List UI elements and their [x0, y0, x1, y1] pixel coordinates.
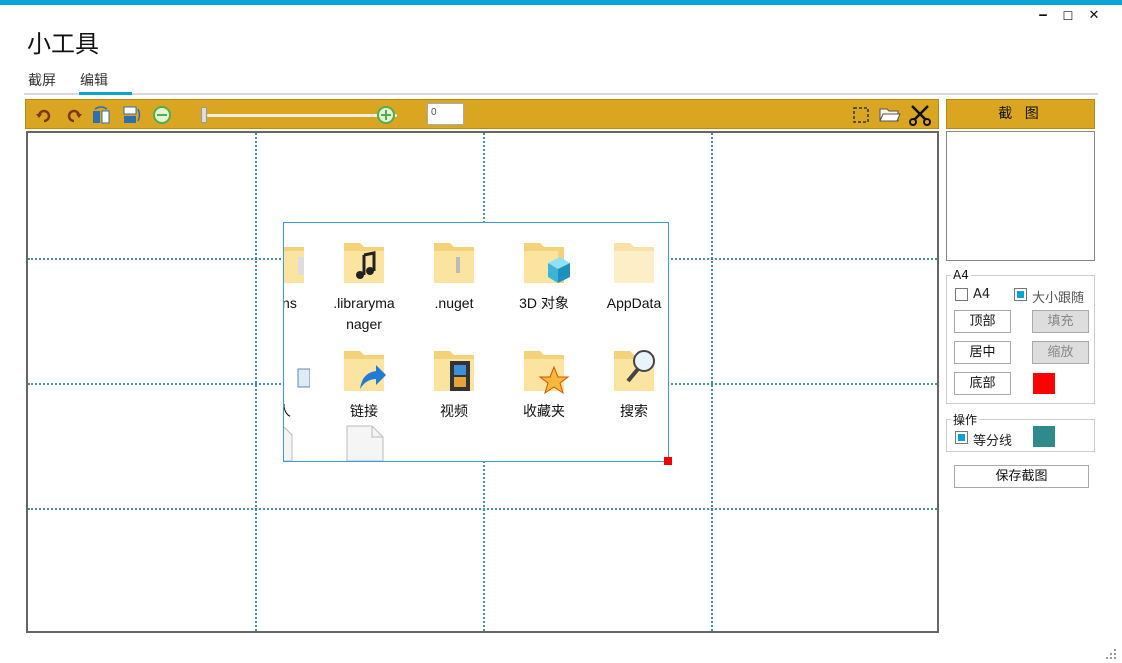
a4-group: A4 A4 大小跟随 顶部 填充 居中 缩放 底部 [946, 275, 1095, 404]
redo-icon[interactable] [63, 104, 85, 126]
file-icon [346, 425, 384, 462]
zoom-in-icon[interactable] [375, 104, 397, 126]
videos-folder-icon [414, 339, 494, 395]
grid-color-swatch[interactable] [1033, 426, 1055, 447]
close-button[interactable]: ✕ [1084, 8, 1104, 24]
zoom-slider-track[interactable] [207, 114, 397, 117]
edit-toolbar: 0 [25, 99, 939, 129]
zoom-value-input[interactable]: 0 [427, 103, 464, 125]
folder-item: .libraryma nager [324, 231, 404, 335]
bottom-align-button[interactable]: 底部 [954, 372, 1011, 395]
grid-line-vertical [255, 133, 257, 631]
app-title: 小工具 [27, 24, 99, 59]
flip-vertical-icon[interactable] [120, 104, 142, 126]
links-folder-icon [324, 339, 404, 395]
operation-group-title: 操作 [951, 411, 979, 428]
zoom-slider-thumb[interactable] [201, 107, 207, 123]
a4-checkbox-label: A4 [973, 287, 990, 302]
select-region-icon[interactable] [850, 104, 872, 126]
zoom-out-icon[interactable] [151, 104, 173, 126]
folder-item: 3D 对象 [504, 231, 584, 314]
undo-icon[interactable] [33, 104, 55, 126]
favorites-folder-icon [504, 339, 584, 395]
top-align-button[interactable]: 顶部 [954, 310, 1011, 333]
folder-item: 链接 [324, 339, 404, 422]
folder-icon [414, 231, 494, 287]
selection-resize-handle[interactable] [664, 457, 672, 465]
folder-icon [283, 231, 324, 287]
contacts-icon [283, 339, 324, 395]
tab-edit[interactable]: 编辑 [80, 70, 108, 90]
flip-horizontal-icon[interactable] [90, 104, 112, 126]
a4-checkbox[interactable] [955, 288, 968, 301]
a4-group-title: A4 [951, 268, 971, 282]
file-icon [283, 427, 294, 462]
music-folder-icon [324, 231, 404, 287]
resize-grip-icon[interactable] [1106, 644, 1116, 654]
capture-button[interactable]: 截 图 [946, 99, 1095, 129]
folder-item: AppData [594, 231, 669, 314]
save-screenshot-button[interactable]: 保存截图 [954, 465, 1089, 488]
fill-color-swatch[interactable] [1033, 373, 1055, 394]
folder-item: 搜索 [594, 339, 669, 422]
folder-item: 收藏夹 [504, 339, 584, 422]
tab-screenshot[interactable]: 截屏 [28, 70, 56, 90]
capture-preview [946, 131, 1095, 261]
folder-item: 视频 [414, 339, 494, 422]
3d-objects-folder-icon [504, 231, 584, 287]
active-tab-indicator [79, 92, 132, 95]
minimize-button[interactable]: ‒ [1033, 8, 1053, 24]
scissors-icon[interactable] [909, 104, 931, 126]
folder-item: ains [283, 231, 324, 314]
capture-selection[interactable]: ains .libraryma nager .nuget 3D 对象 AppDa… [283, 222, 669, 462]
open-folder-icon[interactable] [879, 104, 901, 126]
folder-item: 人 [283, 339, 324, 422]
folder-icon [594, 231, 669, 287]
fill-button[interactable]: 填充 [1032, 310, 1089, 333]
grid-lines-checkbox-label: 等分线 [973, 430, 1012, 449]
scale-button[interactable]: 缩放 [1032, 341, 1089, 364]
grid-lines-checkbox[interactable] [955, 431, 968, 444]
operation-group: 操作 等分线 [946, 419, 1095, 452]
folder-item: .nuget [414, 231, 494, 314]
window-accent-bar [0, 0, 1122, 5]
tab-divider [24, 93, 1098, 95]
center-align-button[interactable]: 居中 [954, 341, 1011, 364]
maximize-button[interactable]: ☐ [1058, 8, 1078, 24]
search-folder-icon [594, 339, 669, 395]
follow-size-checkbox-label: 大小跟随 [1032, 287, 1084, 306]
edit-canvas[interactable]: ains .libraryma nager .nuget 3D 对象 AppDa… [26, 131, 939, 633]
grid-line-vertical [711, 133, 713, 631]
follow-size-checkbox[interactable] [1014, 288, 1027, 301]
